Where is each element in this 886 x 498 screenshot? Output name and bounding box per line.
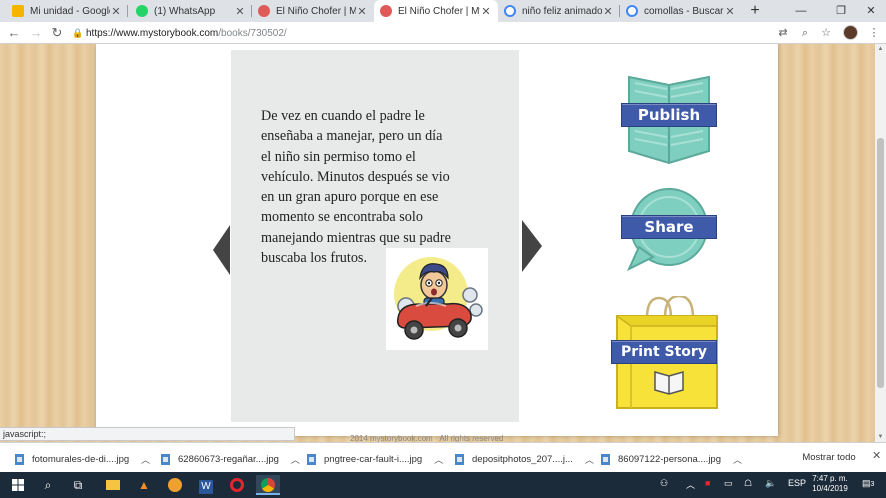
tab-close-icon[interactable]: ✕ <box>724 5 736 18</box>
scroll-up-icon[interactable]: ▲ <box>875 44 886 54</box>
chevron-up-icon[interactable]: ︿ <box>434 453 443 466</box>
task-view-icon[interactable]: ⧉ <box>68 475 88 495</box>
tab-2[interactable]: El Niño Chofer | My Sto ✕ <box>252 0 374 22</box>
tab-strip: Mi unidad - Google Dr ✕ (1) WhatsApp ✕ E… <box>0 0 886 22</box>
page-scrollbar[interactable]: ▲ ▼ <box>875 44 886 442</box>
chevron-up-icon[interactable]: ︿ <box>733 453 742 466</box>
word-icon[interactable]: W <box>196 475 216 495</box>
story-illustration <box>386 248 488 350</box>
story-page: De vez en cuando el padre le enseñaba a … <box>231 50 519 422</box>
volume-icon[interactable]: 🔈 <box>765 478 776 489</box>
download-item[interactable]: depositphotos_207....j... ︿ <box>455 449 594 469</box>
windows-start-icon[interactable] <box>8 475 28 495</box>
translate-icon[interactable]: ⇄ <box>775 25 791 41</box>
mystorybook-icon <box>258 5 270 17</box>
close-window-icon[interactable]: ✕ <box>858 2 884 20</box>
download-item[interactable]: fotomurales-de-di....jpg ︿ <box>15 449 150 469</box>
google-drive-icon <box>12 5 24 17</box>
tab-1[interactable]: (1) WhatsApp ✕ <box>130 0 252 22</box>
page-footer-text: 2014 mystorybook.com · All rights reserv… <box>350 434 504 442</box>
tab-close-icon[interactable]: ✕ <box>480 5 492 18</box>
power-icon[interactable]: ▭ <box>724 478 733 489</box>
image-file-icon <box>601 453 610 465</box>
reload-icon[interactable]: ↻ <box>48 24 66 42</box>
tab-5[interactable]: comollas - Buscar con G ✕ <box>620 0 742 22</box>
search-icon[interactable]: ⌕ <box>38 475 58 495</box>
network-icon[interactable]: ☖ <box>744 478 752 489</box>
zoom-icon[interactable]: ⌕ <box>797 25 813 41</box>
google-icon <box>504 5 516 17</box>
opera-icon[interactable] <box>227 475 247 495</box>
download-shelf: fotomurales-de-di....jpg ︿ 62860673-rega… <box>0 442 886 472</box>
tab-4[interactable]: niño feliz animado - Bu ✕ <box>498 0 620 22</box>
tab-close-icon[interactable]: ✕ <box>234 5 246 18</box>
download-item[interactable]: 62860673-regañar....jpg ︿ <box>161 449 300 469</box>
previous-page-arrow-icon[interactable] <box>213 225 230 275</box>
antivirus-icon[interactable]: ■ <box>705 478 710 488</box>
tray-chevron-icon[interactable]: ︿ <box>686 478 695 491</box>
share-button[interactable]: Share <box>621 185 717 271</box>
storybook-container: De vez en cuando el padre le enseñaba a … <box>96 44 778 436</box>
scrollbar-thumb[interactable] <box>877 138 884 388</box>
close-shelf-icon[interactable]: ✕ <box>872 449 881 462</box>
google-icon <box>626 5 638 17</box>
lock-icon: 🔒 <box>72 27 84 38</box>
minimize-icon[interactable]: — <box>788 2 814 20</box>
image-file-icon <box>161 453 170 465</box>
language-indicator[interactable]: ESP <box>788 478 806 488</box>
show-all-downloads-button[interactable]: Mostrar todo <box>793 447 865 469</box>
link-status-bar: javascript:; <box>0 427 295 441</box>
print-story-button[interactable]: Print Story <box>611 296 721 412</box>
back-icon[interactable]: ← <box>5 24 23 42</box>
publish-button[interactable]: Publish <box>621 71 717 167</box>
tab-close-icon[interactable]: ✕ <box>602 5 614 18</box>
app-icon[interactable] <box>165 475 185 495</box>
download-item[interactable]: 86097122-persona....jpg ︿ <box>601 449 742 469</box>
file-explorer-icon[interactable] <box>103 475 123 495</box>
download-item[interactable]: pngtree-car-fault-i....jpg ︿ <box>307 449 443 469</box>
menu-icon[interactable]: ⋮ <box>866 25 882 41</box>
image-file-icon <box>307 453 316 465</box>
people-icon[interactable]: ⚇ <box>660 478 668 489</box>
forward-icon[interactable]: → <box>27 24 45 42</box>
address-bar[interactable]: 🔒 https://www.mystorybook.com/books/7305… <box>72 24 772 42</box>
tab-close-icon[interactable]: ✕ <box>356 5 368 18</box>
story-text: De vez en cuando el padre le enseñaba a … <box>261 108 451 267</box>
new-tab-button[interactable]: + <box>746 3 764 19</box>
vlc-icon[interactable]: ▲ <box>134 475 154 495</box>
chevron-up-icon[interactable]: ︿ <box>585 453 594 466</box>
browser-toolbar: ← → ↻ 🔒 https://www.mystorybook.com/book… <box>0 22 886 44</box>
profile-avatar[interactable] <box>843 25 858 40</box>
page-viewport: De vez en cuando el padre le enseñaba a … <box>0 44 886 442</box>
whatsapp-icon <box>136 5 148 17</box>
tab-close-icon[interactable]: ✕ <box>110 5 122 18</box>
chevron-up-icon[interactable]: ︿ <box>141 453 150 466</box>
chevron-up-icon[interactable]: ︿ <box>291 453 300 466</box>
boy-driving-car-illustration <box>394 257 483 340</box>
restore-icon[interactable]: ❐ <box>828 2 854 20</box>
tab-0[interactable]: Mi unidad - Google Dr ✕ <box>6 0 128 22</box>
system-clock[interactable]: 7:47 p. m. 10/4/2019 <box>808 474 852 494</box>
notification-center-icon[interactable]: ▤3 <box>862 478 874 489</box>
windows-taskbar: ⌕ ⧉ ▲ W ⚇ ︿ ■ ▭ ☖ 🔈 ESP 7:47 p. m. 10/4/… <box>0 472 886 498</box>
mystorybook-icon <box>380 5 392 17</box>
chrome-icon[interactable] <box>256 475 280 495</box>
image-file-icon <box>455 453 464 465</box>
scroll-down-icon[interactable]: ▼ <box>875 432 886 442</box>
tab-3-active[interactable]: El Niño Chofer | My Sto ✕ <box>374 0 498 22</box>
bookmark-star-icon[interactable]: ☆ <box>818 25 834 41</box>
next-page-arrow-icon[interactable] <box>522 220 542 272</box>
image-file-icon <box>15 453 24 465</box>
